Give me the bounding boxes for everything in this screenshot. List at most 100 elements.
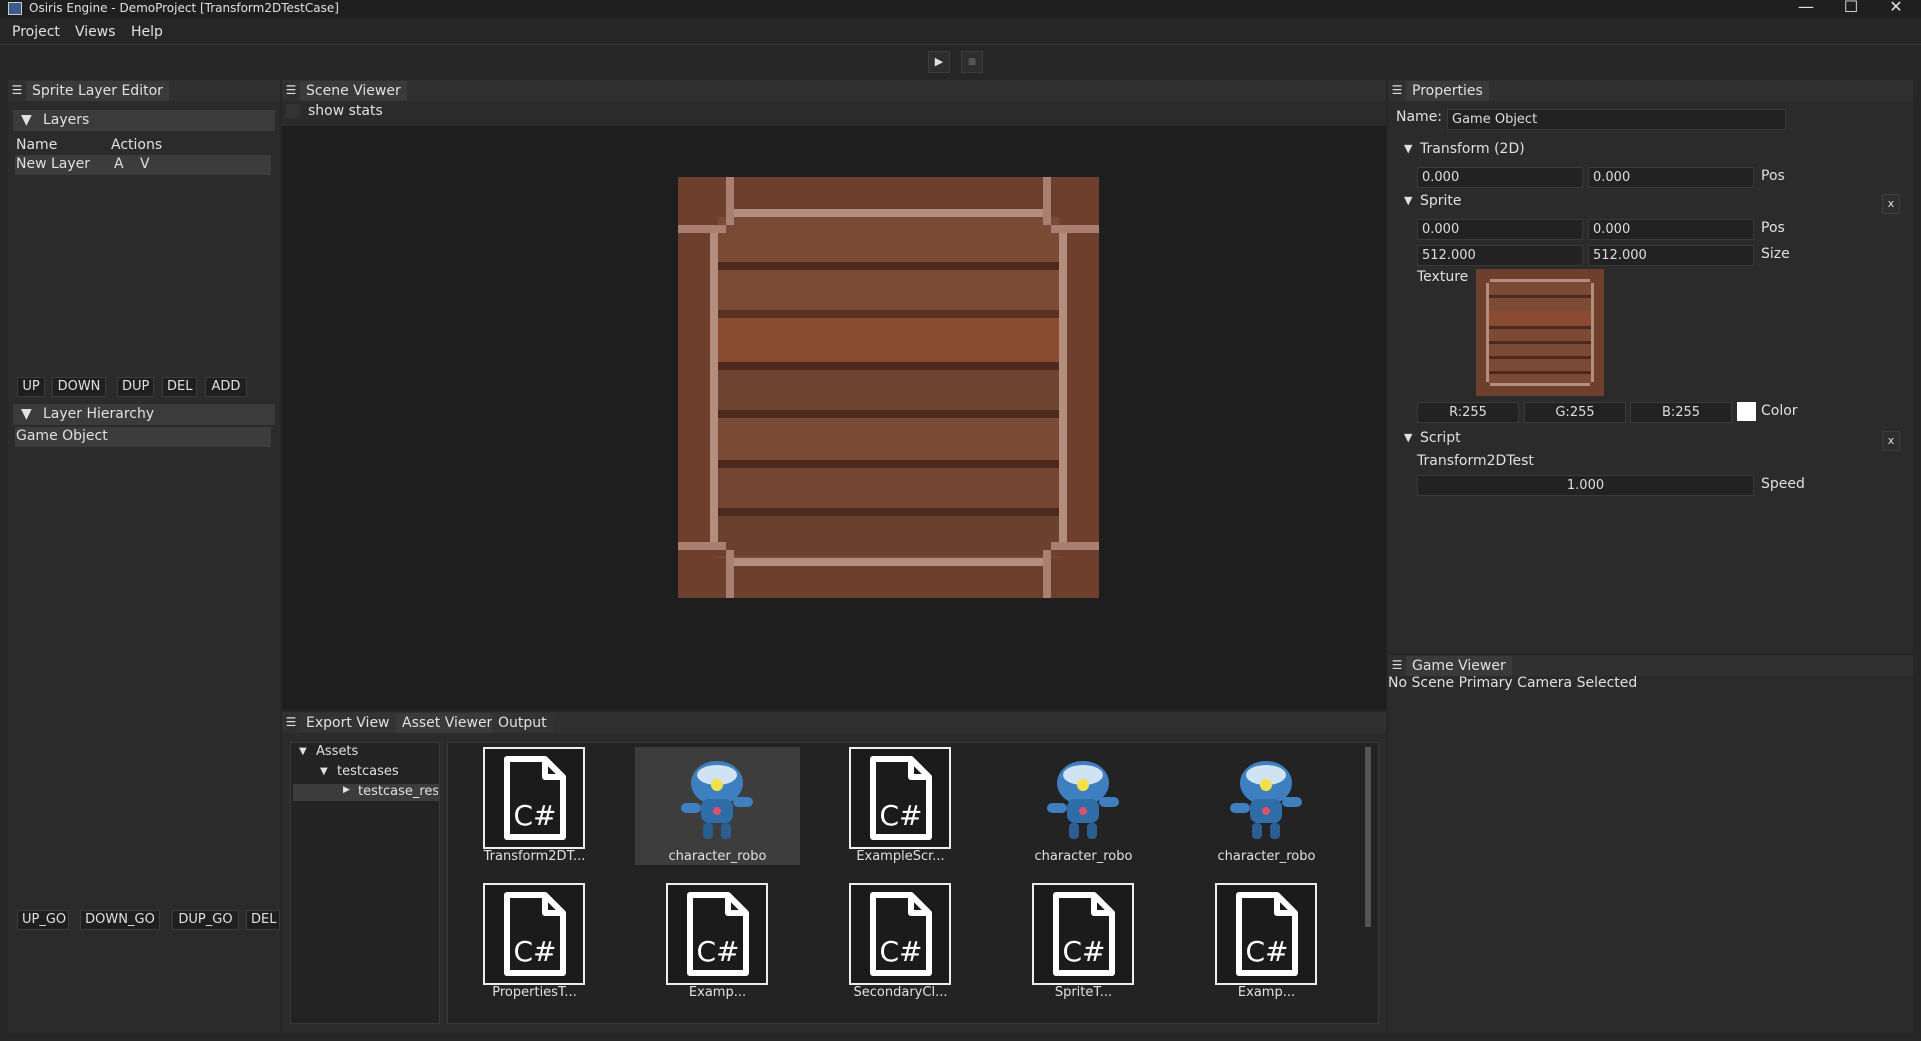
remove-script-button[interactable]: x — [1882, 431, 1900, 451]
panel-menu-icon[interactable]: ☰ — [1390, 658, 1404, 672]
play-button[interactable]: ▶ — [928, 51, 950, 73]
tree-item-testcases[interactable]: testcases — [337, 764, 399, 779]
asset-item[interactable]: C# ExampleScr... — [818, 747, 983, 865]
layer-move-up[interactable]: A — [114, 156, 124, 172]
asset-name: character_robo — [668, 849, 767, 864]
layer-move-down[interactable]: V — [140, 156, 150, 172]
asset-item[interactable]: character_robo — [1001, 747, 1166, 865]
go-up-button[interactable]: UP_GO — [17, 910, 69, 930]
menu-project[interactable]: Project — [12, 24, 60, 40]
asset-name: Examp... — [1237, 985, 1296, 1000]
asset-tree: ▼ Assets ▼ testcases ▶ testcase_res — [290, 742, 440, 1024]
speed-field[interactable]: 1.000 — [1417, 475, 1754, 496]
tab-export-view[interactable]: Export View — [300, 713, 396, 733]
menu-bar: Project Views Help — [0, 18, 1921, 46]
asset-item[interactable]: character_robo — [1184, 747, 1349, 865]
tab-scene-viewer[interactable]: Scene Viewer — [300, 81, 407, 101]
go-del-button[interactable]: DEL — [246, 910, 280, 930]
tree-item-assets[interactable]: Assets — [316, 744, 358, 759]
svg-text:C#: C# — [696, 935, 739, 968]
transform-pos-y[interactable]: 0.000 — [1588, 167, 1754, 188]
expand-arrow-icon[interactable]: ▼ — [299, 746, 307, 757]
panel-menu-icon[interactable]: ☰ — [284, 715, 298, 729]
sprite-pos-y[interactable]: 0.000 — [1588, 219, 1754, 240]
layer-dup-button[interactable]: DUP — [117, 377, 154, 397]
csharp-file-icon: C# — [483, 747, 585, 849]
asset-item[interactable]: C# Examp... — [635, 883, 800, 1001]
title-bar: Osiris Engine - DemoProject [Transform2D… — [0, 0, 1921, 18]
csharp-file-icon: C# — [849, 883, 951, 985]
asset-item[interactable]: character_robo — [635, 747, 800, 865]
tab-output[interactable]: Output — [492, 713, 553, 733]
script-header[interactable]: Script — [1420, 430, 1461, 446]
csharp-file-icon: C# — [849, 747, 951, 849]
color-g-field[interactable]: G:255 — [1524, 402, 1626, 423]
show-stats-checkbox[interactable] — [286, 104, 300, 118]
asset-grid: C# Transform2DT... character_robo C# Example… — [447, 742, 1379, 1024]
minimize-button[interactable]: — — [1786, 0, 1826, 16]
menu-help[interactable]: Help — [131, 24, 163, 40]
expand-arrow-icon[interactable]: ▼ — [1404, 142, 1412, 155]
remove-sprite-button[interactable]: x — [1882, 194, 1900, 214]
maximize-button[interactable]: ☐ — [1831, 0, 1871, 16]
game-viewer-message: No Scene Primary Camera Selected — [1388, 675, 1638, 691]
expand-arrow-icon[interactable]: ▼ — [320, 766, 328, 777]
sprite-header[interactable]: Sprite — [1420, 193, 1462, 209]
asset-item[interactable]: C# SecondaryCl... — [818, 883, 983, 1001]
panel-header: ☰ Scene Viewer — [282, 80, 1386, 101]
svg-text:C#: C# — [513, 799, 556, 832]
texture-preview[interactable] — [1476, 269, 1604, 396]
tree-item-testcase-res[interactable]: ▶ testcase_res — [293, 784, 439, 801]
tab-game-viewer[interactable]: Game Viewer — [1406, 656, 1512, 676]
transform-header[interactable]: Transform (2D) — [1420, 141, 1525, 157]
tree-item-label: testcase_res — [358, 784, 438, 799]
transform-pos-x[interactable]: 0.000 — [1417, 167, 1583, 188]
go-down-button[interactable]: DOWN_GO — [80, 910, 160, 930]
hierarchy-section-header[interactable]: ▼ Layer Hierarchy — [13, 404, 275, 425]
panel-header: ☰ Export View Asset Viewer Output — [282, 712, 1386, 733]
sprite-pos-x[interactable]: 0.000 — [1417, 219, 1583, 240]
asset-item[interactable]: C# Examp... — [1184, 883, 1349, 1001]
sprite-size-x[interactable]: 512.000 — [1417, 245, 1583, 266]
layer-del-button[interactable]: DEL — [162, 377, 197, 397]
column-name: Name — [16, 137, 58, 153]
expand-arrow-icon[interactable]: ▼ — [1404, 194, 1412, 207]
tab-asset-viewer[interactable]: Asset Viewer — [396, 713, 499, 733]
layers-section-header[interactable]: ▼ Layers — [13, 110, 275, 131]
sprite-layer-editor-panel: ☰ Sprite Layer Editor ▼ Layers Name Acti… — [8, 80, 280, 1033]
panel-menu-icon[interactable]: ☰ — [10, 83, 24, 97]
show-stats-label: show stats — [308, 103, 383, 119]
hierarchy-item[interactable]: Game Object — [15, 427, 271, 447]
asset-name: SpriteT... — [1054, 985, 1113, 1000]
panel-menu-icon[interactable]: ☰ — [1390, 83, 1404, 97]
menu-views[interactable]: Views — [75, 24, 116, 40]
svg-text:C#: C# — [879, 935, 922, 968]
asset-item[interactable]: C# PropertiesT... — [452, 883, 617, 1001]
tab-properties[interactable]: Properties — [1406, 81, 1489, 101]
asset-name: Examp... — [688, 985, 747, 1000]
layer-down-button[interactable]: DOWN — [52, 377, 106, 397]
asset-grid-scrollbar[interactable] — [1365, 747, 1371, 927]
color-r-field[interactable]: R:255 — [1417, 402, 1519, 423]
stop-button[interactable]: ■ — [961, 51, 983, 73]
layer-row[interactable]: New Layer A V — [15, 155, 271, 175]
scene-canvas[interactable] — [282, 126, 1386, 710]
layer-add-button[interactable]: ADD — [205, 377, 247, 397]
column-actions: Actions — [111, 137, 163, 153]
go-dup-button[interactable]: DUP_GO — [172, 910, 239, 930]
close-button[interactable]: ✕ — [1876, 0, 1916, 16]
crate-sprite[interactable] — [678, 177, 1099, 598]
expand-arrow-icon[interactable]: ▼ — [1404, 431, 1412, 444]
color-b-field[interactable]: B:255 — [1630, 402, 1732, 423]
asset-item[interactable]: C# SpriteT... — [1001, 883, 1166, 1001]
tab-sprite-layer-editor[interactable]: Sprite Layer Editor — [26, 81, 169, 101]
asset-name: character_robo — [1034, 849, 1133, 864]
panel-menu-icon[interactable]: ☰ — [284, 83, 298, 97]
asset-item[interactable]: C# Transform2DT... — [452, 747, 617, 865]
layer-up-button[interactable]: UP — [17, 377, 45, 397]
sprite-size-y[interactable]: 512.000 — [1588, 245, 1754, 266]
asset-panel: ☰ Export View Asset Viewer Output ▼ Asse… — [282, 712, 1386, 1033]
color-label: Color — [1761, 403, 1798, 419]
name-field[interactable]: Game Object — [1447, 109, 1786, 130]
color-swatch[interactable] — [1737, 402, 1756, 421]
